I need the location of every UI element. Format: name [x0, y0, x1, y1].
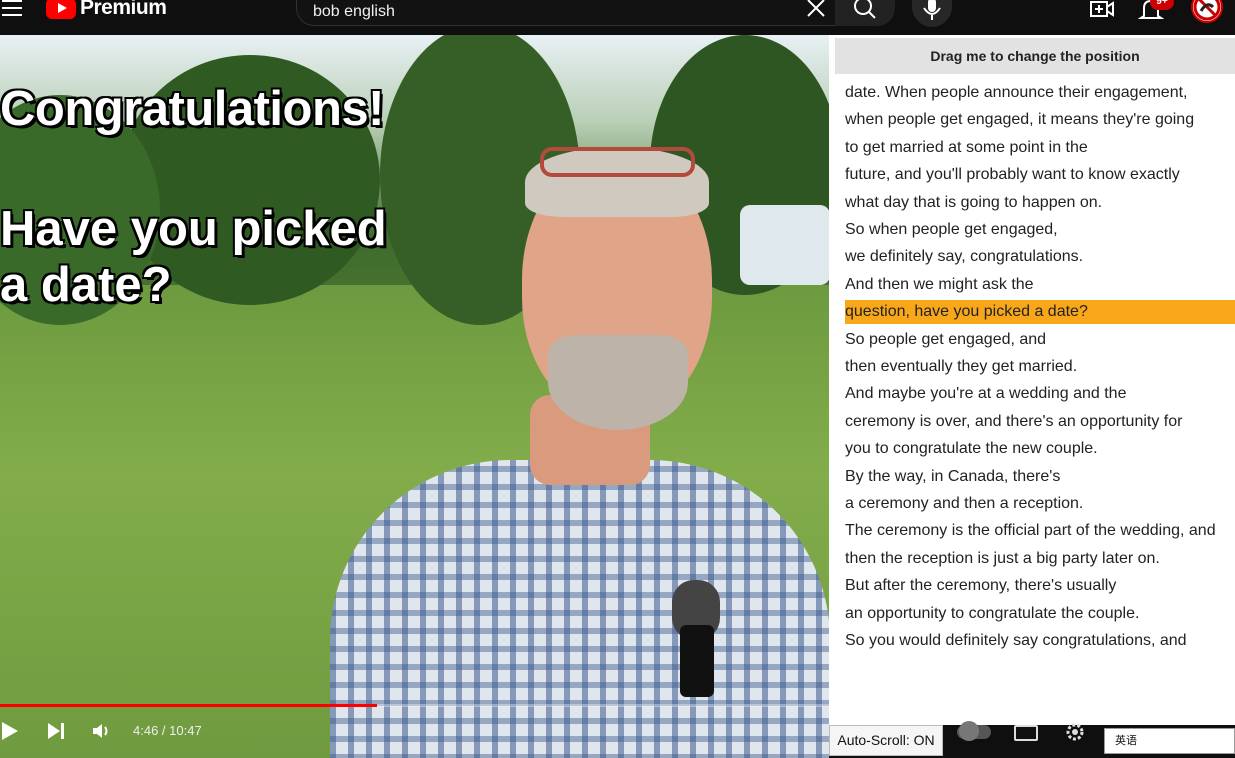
transcript-line[interactable]: ceremony is over, and there's an opportu… — [845, 410, 1235, 434]
transcript-line[interactable]: By the way, in Canada, there's — [845, 465, 1235, 489]
microphone-icon — [923, 0, 941, 20]
volume-icon[interactable] — [92, 722, 112, 745]
person-beard — [548, 335, 688, 430]
avatar[interactable] — [1191, 0, 1223, 23]
transcript-line[interactable]: The ceremony is the official part of the… — [845, 519, 1235, 543]
video-overlay-line: Have you picked — [0, 202, 387, 256]
transcript-line[interactable]: But after the ceremony, there's usually — [845, 574, 1235, 598]
video-player[interactable]: Congratulations! Have you picked a date? — [0, 35, 829, 758]
transcript-line[interactable]: date. When people announce their engagem… — [845, 81, 1235, 105]
microphone-transmitter — [680, 625, 714, 697]
top-bar: Premium 9+ — [0, 0, 1235, 35]
transcript-line[interactable]: So when people get engaged, — [845, 218, 1235, 242]
settings-gear-icon[interactable] — [1064, 721, 1086, 748]
subtitles-icon[interactable] — [1014, 725, 1038, 741]
transcript-line[interactable]: you to congratulate the new couple. — [845, 437, 1235, 461]
menu-icon[interactable] — [2, 0, 22, 18]
video-overlay-title: Congratulations! — [0, 82, 384, 136]
next-icon[interactable] — [46, 722, 66, 745]
transcript-line[interactable]: So you would definitely say congratulati… — [845, 629, 1235, 653]
transcript-line[interactable]: future, and you'll probably want to know… — [845, 163, 1235, 187]
search-box — [296, 0, 836, 26]
sunglasses-on-head — [540, 147, 695, 177]
transcript-line[interactable]: then eventually they get married. — [845, 355, 1235, 379]
player-controls: 4:46 / 10:47 — [0, 710, 829, 758]
transcript-list[interactable]: date. When people announce their engagem… — [829, 79, 1235, 664]
play-icon[interactable] — [0, 720, 20, 747]
transcript-line[interactable]: we definitely say, congratulations. — [845, 245, 1235, 269]
clear-search-icon[interactable] — [804, 0, 828, 20]
transcript-line[interactable]: a ceremony and then a reception. — [845, 492, 1235, 516]
language-select[interactable]: 英语 — [1104, 728, 1235, 754]
transcript-panel: Drag me to change the position date. Whe… — [829, 35, 1235, 758]
progress-bar[interactable] — [0, 704, 829, 707]
create-video-icon[interactable] — [1089, 0, 1115, 20]
video-overlay-question: Have you picked a date? — [0, 201, 387, 313]
youtube-logo[interactable]: Premium — [46, 0, 167, 19]
transcript-line[interactable]: to get married at some point in the — [845, 136, 1235, 160]
time-display: 4:46 / 10:47 — [133, 723, 202, 738]
transcript-line[interactable]: when people get engaged, it means they'r… — [845, 108, 1235, 132]
video-overlay-line: a date? — [0, 258, 172, 312]
transcript-line-active[interactable]: question, have you picked a date? — [845, 300, 1235, 325]
search-icon — [854, 0, 876, 19]
video-sky-patch — [740, 205, 829, 285]
transcript-toolbar: Auto-Scroll: ON 英语 — [829, 721, 1235, 758]
drag-handle[interactable]: Drag me to change the position — [835, 38, 1235, 74]
search-button[interactable] — [835, 0, 895, 26]
transcript-line[interactable]: an opportunity to congratulate the coupl… — [845, 602, 1235, 626]
autoplay-toggle-knob — [959, 721, 979, 741]
logo-text: Premium — [80, 0, 167, 19]
search-input[interactable] — [313, 1, 793, 23]
transcript-line[interactable]: So people get engaged, and — [845, 328, 1235, 352]
youtube-play-icon — [46, 0, 76, 19]
notification-badge: 9+ — [1150, 0, 1174, 10]
transcript-line[interactable]: And then we might ask the — [845, 273, 1235, 297]
progress-bar-played — [0, 704, 378, 707]
voice-search-button[interactable] — [912, 0, 952, 27]
transcript-line[interactable]: then the reception is just a big party l… — [845, 547, 1235, 571]
autoscroll-button[interactable]: Auto-Scroll: ON — [829, 725, 943, 756]
transcript-line[interactable]: And maybe you're at a wedding and the — [845, 382, 1235, 406]
transcript-line[interactable]: what day that is going to happen on. — [845, 191, 1235, 215]
